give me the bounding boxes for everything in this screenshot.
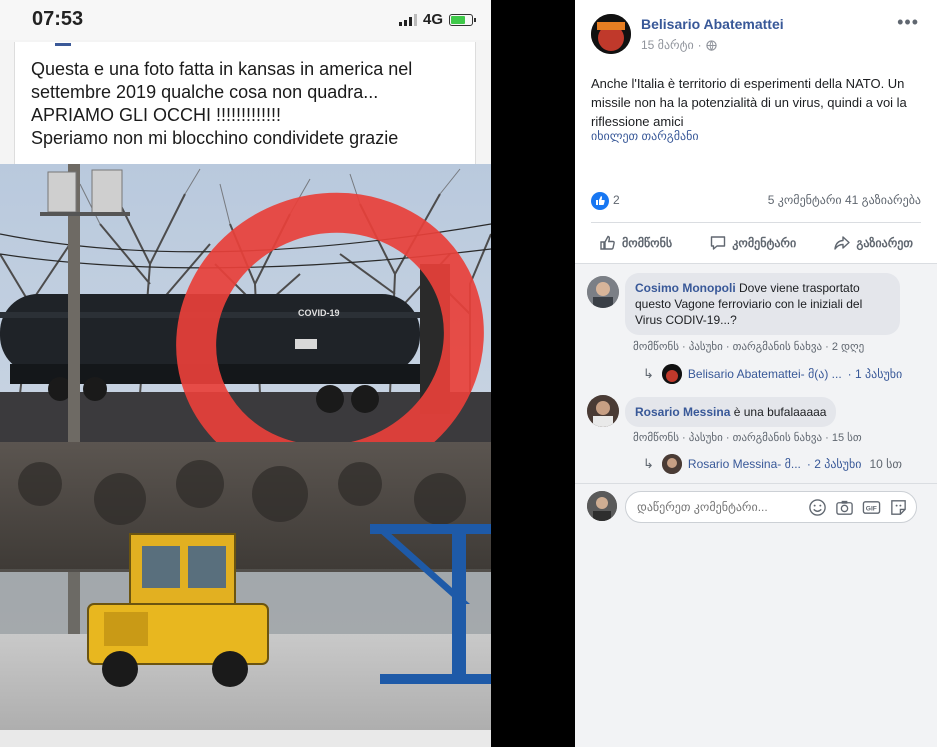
author-name[interactable]: Belisario Abatemattei bbox=[641, 16, 784, 32]
network-label: 4G bbox=[422, 11, 443, 28]
comment-text: Virus CODIV-19...? bbox=[635, 313, 737, 327]
shared-post-line: Questa e una foto fatta in kansas in ame… bbox=[31, 59, 413, 79]
see-translation-link[interactable]: იხილეთ თარგმანი bbox=[591, 129, 699, 143]
reply-author: Belisario Abatemattei bbox=[687, 367, 801, 381]
status-time: 07:53 bbox=[32, 8, 84, 30]
status-indicators: 4G bbox=[398, 11, 476, 28]
comment-button[interactable]: კომენტარი bbox=[701, 234, 804, 252]
facebook-post: Belisario Abatemattei 15 მარტი · ••• Anc… bbox=[575, 0, 937, 747]
train-photo[interactable]: COVID-19 bbox=[0, 164, 491, 730]
train-photo-illustration: COVID-19 bbox=[0, 164, 491, 730]
divider bbox=[575, 483, 937, 484]
share-icon bbox=[834, 236, 851, 250]
dash-icon bbox=[55, 43, 71, 46]
commenter-avatar[interactable] bbox=[587, 395, 619, 427]
shares-count[interactable]: 41 გაზიარება bbox=[845, 193, 921, 207]
reply-snippet: - მ... bbox=[777, 457, 801, 471]
post-stats: 2 5 კომენტარი 41 გაზიარება bbox=[591, 192, 921, 210]
author-avatar[interactable] bbox=[591, 14, 631, 54]
comment-label: კომენტარი bbox=[732, 236, 797, 250]
shared-phone-screenshot[interactable]: 07:53 4G Questa e una foto fatta in kans… bbox=[0, 0, 491, 747]
phone-bottom-strip bbox=[0, 730, 491, 747]
comment-text: questo Vagone ferroviario con le inizial… bbox=[635, 297, 863, 311]
like-button[interactable]: მომწონს bbox=[591, 234, 680, 252]
svg-text:GIF: GIF bbox=[866, 505, 877, 512]
reply-thread-link[interactable]: ↳ Rosario Messina - მ... · 2 პასუხი 10 ს… bbox=[643, 454, 902, 474]
post-date[interactable]: 15 მარტი bbox=[641, 38, 694, 52]
comment-icon bbox=[711, 236, 726, 250]
reply-avatar bbox=[661, 454, 682, 474]
like-count[interactable]: 2 bbox=[613, 193, 620, 207]
comment-actions[interactable]: მომწონს · პასუხი · თარგმანის ნახვა · 15 … bbox=[633, 431, 862, 444]
comment-text: Dove viene trasportato bbox=[739, 281, 860, 295]
shared-post-line: Speriamo non mi blocchino condividete gr… bbox=[31, 128, 399, 148]
signal-icon bbox=[398, 13, 417, 26]
reply-thread-link[interactable]: ↳ Belisario Abatemattei - მ(ა) ... · 1 პ… bbox=[643, 364, 902, 384]
camera-icon[interactable] bbox=[835, 498, 854, 517]
comments-section: Cosimo Monopoli Dove viene trasportato q… bbox=[575, 263, 937, 747]
gif-icon[interactable]: GIF bbox=[862, 498, 881, 517]
reply-arrow-icon: ↳ bbox=[643, 366, 654, 381]
stats-right: 5 კომენტარი 41 გაზიარება bbox=[768, 193, 921, 207]
battery-icon bbox=[449, 13, 476, 26]
commenter-avatar[interactable] bbox=[587, 276, 619, 308]
comments-count[interactable]: 5 კომენტარი bbox=[768, 193, 842, 207]
emoji-icon[interactable] bbox=[808, 498, 827, 517]
shared-post-line: APRIAMO GLI OCCHI !!!!!!!!!!!!! bbox=[31, 105, 282, 125]
shared-post-text: Questa e una foto fatta in kansas in ame… bbox=[31, 58, 471, 150]
like-label: მომწონს bbox=[622, 236, 673, 250]
more-icon[interactable]: ••• bbox=[897, 12, 919, 33]
comment-text: è una bufalaaaaa bbox=[733, 405, 827, 419]
sticker-icon[interactable] bbox=[889, 498, 908, 517]
comment-input[interactable] bbox=[637, 500, 807, 514]
screen: 07:53 4G Questa e una foto fatta in kans… bbox=[0, 0, 937, 747]
comment-bubble: Rosario Messina è una bufalaaaaa bbox=[625, 397, 837, 427]
divider bbox=[591, 222, 921, 223]
post-body: Anche l'Italia è territorio di esperimen… bbox=[591, 76, 907, 129]
reply-time: 10 სთ bbox=[869, 457, 902, 471]
commenter-name[interactable]: Rosario Messina bbox=[635, 405, 730, 419]
reply-count: · 1 პასუხი bbox=[847, 367, 903, 381]
post-meta: 15 მარტი · bbox=[641, 38, 717, 52]
shared-post-line: settembre 2019 qualche cosa non quadra..… bbox=[31, 82, 379, 102]
reply-author: Rosario Messina bbox=[687, 457, 778, 471]
tanker-label: COVID-19 bbox=[298, 308, 340, 318]
comment-bubble: Cosimo Monopoli Dove viene trasportato q… bbox=[625, 273, 900, 335]
reply-avatar bbox=[661, 364, 682, 384]
comment-composer[interactable]: GIF bbox=[625, 491, 917, 523]
reply-arrow-icon: ↳ bbox=[643, 456, 654, 471]
shared-post-card: Questa e una foto fatta in kansas in ame… bbox=[14, 42, 476, 164]
reply-snippet: - მ(ა) ... bbox=[800, 367, 842, 381]
like-icon[interactable] bbox=[591, 192, 609, 210]
post-actions: მომწონს კომენტარი გაზიარეთ bbox=[591, 224, 921, 262]
phone-status-bar: 07:53 4G bbox=[0, 0, 491, 40]
share-button[interactable]: გაზიარეთ bbox=[825, 234, 921, 252]
like-icon bbox=[600, 235, 615, 250]
reply-count: · 2 პასუხი bbox=[806, 457, 862, 471]
globe-icon bbox=[705, 39, 717, 51]
share-label: გაზიარეთ bbox=[856, 236, 913, 250]
comment-actions[interactable]: მომწონს · პასუხი · თარგმანის ნახვა · 2 დ… bbox=[633, 340, 864, 353]
composer-icons: GIF bbox=[808, 498, 908, 517]
commenter-name[interactable]: Cosimo Monopoli bbox=[635, 281, 736, 295]
my-avatar bbox=[587, 491, 617, 521]
